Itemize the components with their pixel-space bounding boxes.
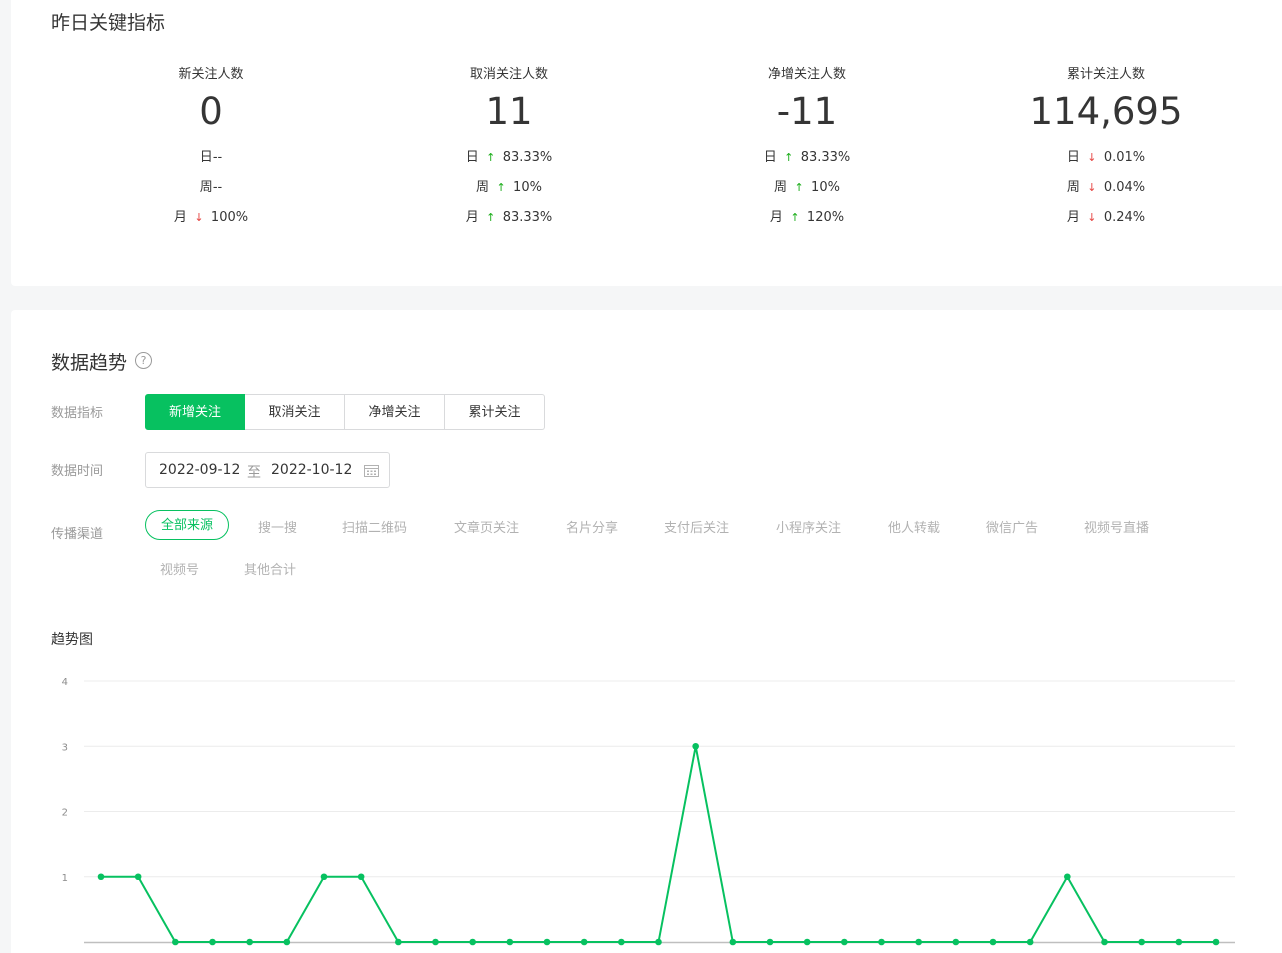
data-point <box>878 938 885 946</box>
data-point <box>1175 938 1183 946</box>
data-point <box>246 938 253 946</box>
y-tick-label: 1 <box>62 873 68 884</box>
data-point <box>357 873 365 881</box>
data-point <box>283 938 291 946</box>
data-point <box>692 742 699 750</box>
data-point <box>543 938 551 946</box>
data-point <box>320 873 328 881</box>
data-point <box>803 938 811 946</box>
y-tick-label: 3 <box>62 742 68 753</box>
trend-line-chart: 4 3 2 1 <box>62 677 1235 946</box>
data-point <box>1212 938 1220 946</box>
data-point <box>134 873 142 881</box>
data-point <box>1138 938 1145 946</box>
data-point <box>952 938 960 946</box>
data-point <box>915 938 922 946</box>
y-tick-label: 2 <box>62 808 68 819</box>
data-point <box>655 938 662 946</box>
data-point <box>729 938 737 946</box>
series-line <box>101 745 1216 943</box>
data-point <box>1026 938 1034 946</box>
data-point <box>1064 873 1071 881</box>
data-point <box>841 938 848 946</box>
data-point <box>989 938 997 946</box>
data-point <box>172 938 179 946</box>
y-tick-label: 4 <box>62 677 68 688</box>
data-point <box>395 938 402 946</box>
data-point <box>766 938 774 946</box>
data-point <box>506 938 514 946</box>
data-point <box>432 938 439 946</box>
data-point <box>580 938 588 946</box>
data-point <box>618 938 625 946</box>
data-point <box>97 873 105 881</box>
data-point <box>1101 938 1108 946</box>
data-point <box>209 938 216 946</box>
data-point <box>469 938 476 946</box>
